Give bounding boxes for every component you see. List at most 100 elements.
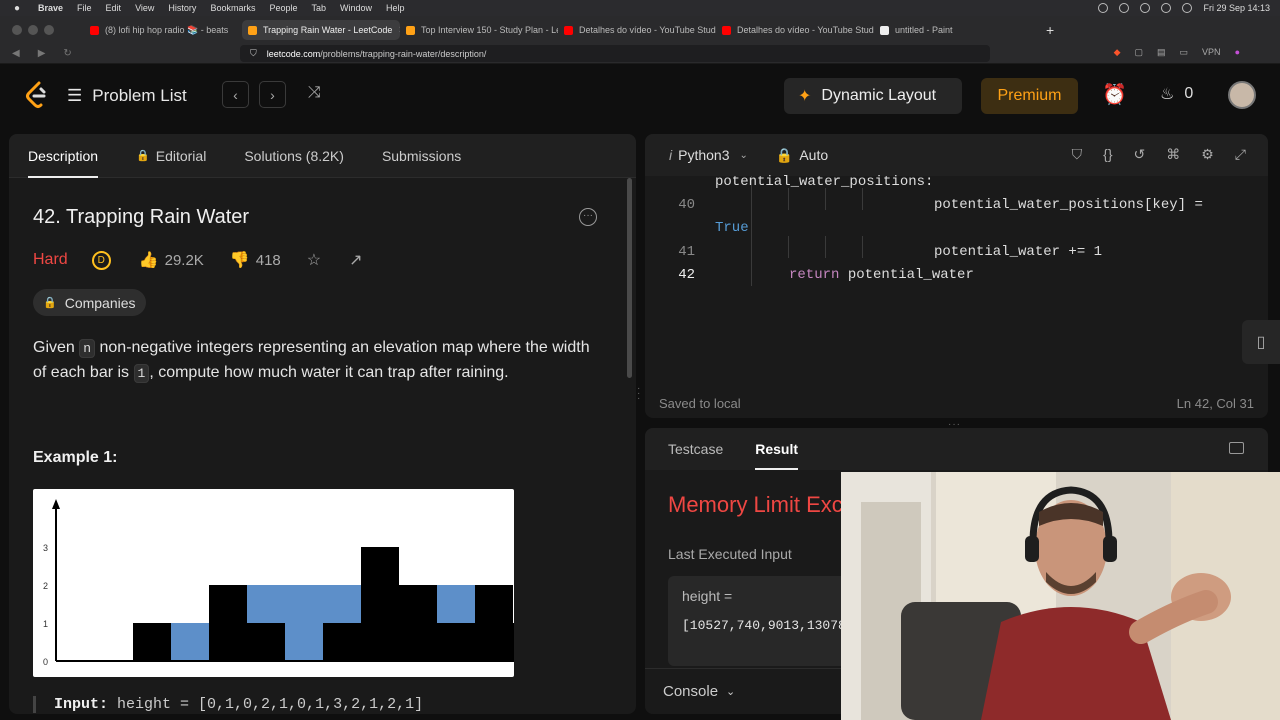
menu-help[interactable]: Help [386, 3, 405, 13]
browser-tab[interactable]: Detalhes do vídeo - YouTube Studio [716, 20, 874, 40]
reset-icon[interactable]: ↺ [1134, 146, 1146, 163]
nav-buttons: ◀ ▶ ↻ [12, 48, 72, 59]
line-number: 42 [678, 267, 695, 283]
y-tick-label: 1 [43, 619, 48, 629]
chevron-down-icon[interactable]: ⌄ [740, 150, 748, 161]
vertical-resize-handle[interactable]: · · · [637, 384, 640, 404]
tab-title: Detalhes do vídeo - YouTube Studio [579, 25, 716, 35]
apple-menu-icon[interactable]: ● [10, 3, 24, 14]
menu-tab[interactable]: Tab [311, 3, 326, 13]
code-area[interactable]: potential_water_positions: 40 potential_… [645, 174, 1268, 376]
browser-tab[interactable]: untitled - Paint [874, 20, 1032, 40]
reload-icon[interactable]: ↻ [63, 48, 71, 59]
wifi-icon[interactable] [1161, 3, 1172, 13]
sidebar-icon[interactable]: ▤ [1157, 47, 1166, 58]
star-icon[interactable]: ☆ [307, 250, 321, 270]
profile-icon[interactable]: ● [1235, 47, 1240, 58]
description-tabs: Description 🔒 Editorial Solutions (8.2K) … [9, 134, 636, 178]
menu-edit[interactable]: Edit [106, 3, 122, 13]
tab-testcase[interactable]: Testcase [668, 428, 723, 470]
wallet-icon[interactable]: ▭ [1180, 47, 1189, 58]
avatar[interactable] [1228, 81, 1256, 109]
youtube-favicon-icon [90, 25, 99, 35]
companies-tag[interactable]: 🔒 Companies [33, 289, 146, 316]
dislike-count: 418 [255, 251, 281, 269]
prev-problem-button[interactable]: ‹ [222, 81, 249, 108]
tab-label: Description [28, 147, 99, 164]
tab-result[interactable]: Result [755, 428, 798, 470]
menu-view[interactable]: View [135, 3, 154, 13]
premium-button[interactable]: Premium [981, 78, 1078, 114]
close-window-button[interactable] [12, 25, 22, 35]
leetcode-logo-icon[interactable] [25, 81, 49, 109]
menu-window[interactable]: Window [340, 3, 372, 13]
problem-description: Given n non-negative integers representi… [33, 336, 603, 386]
url-field[interactable]: ⛉ leetcode.com/problems/trapping-rain-wa… [240, 45, 990, 62]
share-icon[interactable]: ↗ [349, 250, 362, 270]
thumbs-down-icon[interactable]: 👎 [230, 250, 250, 270]
elevation-bar [323, 623, 361, 661]
url-host: leetcode.com [266, 48, 321, 59]
shuffle-icon[interactable]: ⤨ [308, 84, 321, 102]
browser-tab[interactable]: (8) lofi hip hop radio 📚 - beats [84, 20, 242, 40]
search-icon[interactable] [1182, 3, 1193, 13]
menu-bookmarks[interactable]: Bookmarks [210, 3, 255, 13]
code-text: potential_water [839, 267, 974, 283]
water-block [285, 585, 323, 661]
braces-icon[interactable]: {} [1103, 146, 1112, 163]
back-icon[interactable]: ◀ [12, 48, 20, 59]
status-icon[interactable] [1119, 3, 1130, 13]
chevron-down-icon: ⌄ [726, 686, 736, 698]
alarm-clock-icon[interactable]: ⏰ [1102, 82, 1127, 107]
menu-file[interactable]: File [77, 3, 92, 13]
browser-tab[interactable]: Top Interview 150 - Study Plan - Le [400, 20, 558, 40]
example-input: Input: height = [0,1,0,2,1,0,1,3,2,1,2,1… [33, 696, 423, 713]
layout-icon[interactable] [1229, 442, 1244, 454]
more-options-icon[interactable]: ··· [579, 208, 597, 226]
browser-tab-active[interactable]: Trapping Rain Water - LeetCode✕ [242, 20, 400, 40]
problem-title[interactable]: 42. Trapping Rain Water [33, 206, 249, 229]
tab-description[interactable]: Description [28, 134, 99, 178]
notes-icon[interactable]: ▯ [1242, 320, 1280, 364]
vpn-button[interactable]: VPN [1202, 47, 1221, 58]
streak-counter[interactable]: ♨ 0 [1160, 84, 1193, 104]
shortcut-icon[interactable]: ⌘ [1166, 146, 1180, 163]
list-icon: ☰ [67, 86, 83, 105]
bookmark-icon[interactable]: ⛉ [1072, 146, 1083, 163]
status-icon[interactable] [1140, 3, 1151, 13]
gear-icon[interactable]: ⚙ [1201, 146, 1214, 163]
code-line: True [715, 220, 749, 236]
clock[interactable]: Fri 29 Sep 14:13 [1203, 3, 1270, 13]
code-line: potential_water_positions: [715, 174, 934, 190]
forward-icon[interactable]: ▶ [38, 48, 46, 59]
auto-toggle[interactable]: 🔒 Auto [776, 147, 828, 164]
dynamic-layout-button[interactable]: ✦ Dynamic Layout [784, 78, 962, 114]
status-icon[interactable] [1098, 3, 1109, 13]
zoom-window-button[interactable] [44, 25, 54, 35]
browser-toolbar-right: ◆ ▢ ▤ ▭ VPN ● [1114, 47, 1240, 58]
menu-history[interactable]: History [168, 3, 196, 13]
language-select[interactable]: Python3 [678, 147, 729, 163]
problem-list-button[interactable]: ☰ Problem List [67, 86, 187, 106]
expand-icon[interactable]: ⤢ [1235, 146, 1246, 163]
editor-toolbar: i Python3 ⌄ 🔒 Auto ⛉ {} ↺ ⌘ ⚙ ⤢ [645, 134, 1268, 176]
menu-people[interactable]: People [269, 3, 297, 13]
brave-shield-icon[interactable]: ◆ [1114, 47, 1121, 58]
next-problem-button[interactable]: › [259, 81, 286, 108]
tab-submissions[interactable]: Submissions [382, 134, 461, 178]
bookmark-icon[interactable]: ⛉ [250, 48, 257, 59]
browser-tab[interactable]: Detalhes do vídeo - YouTube Studio [558, 20, 716, 40]
tab-solutions[interactable]: Solutions (8.2K) [244, 134, 344, 178]
water-block [247, 585, 285, 623]
chevron-left-icon: ‹ [233, 86, 238, 103]
minimize-window-button[interactable] [28, 25, 38, 35]
menu-brave[interactable]: Brave [38, 3, 63, 13]
scrollbar[interactable] [627, 178, 632, 378]
tab-label: Editorial [155, 147, 207, 164]
thumbs-up-icon[interactable]: 👍 [139, 250, 159, 270]
extension-icon[interactable]: ▢ [1135, 47, 1144, 58]
new-tab-button[interactable]: + [1046, 22, 1054, 38]
elevation-map-figure: 0 1 2 3 [33, 489, 551, 677]
coin-icon[interactable]: D [91, 250, 111, 270]
tab-editorial[interactable]: 🔒 Editorial [136, 134, 206, 178]
